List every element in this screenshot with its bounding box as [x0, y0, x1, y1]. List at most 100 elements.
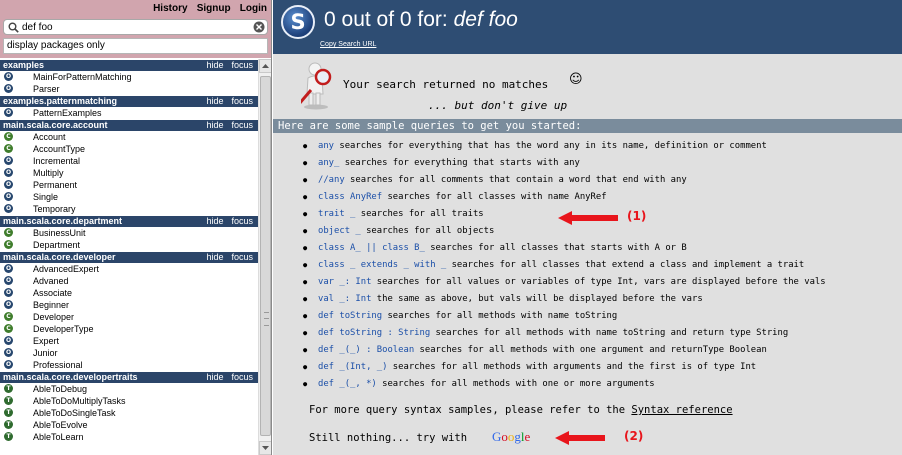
sample-query-code[interactable]: class A_ || class B_: [318, 243, 425, 253]
package-member[interactable]: O Expert: [0, 335, 258, 347]
member-name[interactable]: Temporary: [33, 204, 76, 214]
hide-package-link[interactable]: hide: [206, 216, 223, 226]
focus-package-link[interactable]: focus: [231, 252, 253, 262]
hide-package-link[interactable]: hide: [206, 96, 223, 106]
hide-package-link[interactable]: hide: [206, 372, 223, 382]
package-member[interactable]: T AbleToDebug: [0, 383, 258, 395]
sample-query-code[interactable]: def toString: [318, 311, 382, 321]
package-member[interactable]: O Junior: [0, 347, 258, 359]
member-name[interactable]: Professional: [33, 360, 83, 370]
member-name[interactable]: AdvancedExpert: [33, 264, 99, 274]
member-name[interactable]: AbleToEvolve: [33, 420, 88, 430]
focus-package-link[interactable]: focus: [231, 96, 253, 106]
package-name[interactable]: main.scala.core.department: [3, 216, 122, 226]
sample-query-code[interactable]: var _: Int: [318, 277, 371, 287]
package-member[interactable]: T AbleToDoSingleTask: [0, 407, 258, 419]
member-name[interactable]: AbleToDebug: [33, 384, 87, 394]
package-member[interactable]: O Associate: [0, 287, 258, 299]
sample-query-code[interactable]: object _: [318, 226, 361, 236]
scalex-logo[interactable]: S: [281, 5, 315, 39]
sample-query-code[interactable]: def toString : String: [318, 328, 430, 338]
sample-query-code[interactable]: def _(_) : Boolean: [318, 345, 414, 355]
package-member[interactable]: O Advaned: [0, 275, 258, 287]
package-member[interactable]: O Temporary: [0, 203, 258, 215]
hide-package-link[interactable]: hide: [206, 252, 223, 262]
package-member[interactable]: T AbleToEvolve: [0, 419, 258, 431]
search-input[interactable]: def foo: [3, 19, 268, 35]
package-name[interactable]: examples.patternmatching: [3, 96, 117, 106]
package-member[interactable]: T AbleToDoMultiplyTasks: [0, 395, 258, 407]
display-packages-only-field[interactable]: display packages only: [3, 38, 268, 54]
sample-query-code[interactable]: val _: Int: [318, 294, 371, 304]
sample-query-code[interactable]: any: [318, 141, 334, 151]
package-member[interactable]: C Department: [0, 239, 258, 251]
google-logo[interactable]: Google: [492, 429, 530, 445]
member-name[interactable]: AccountType: [33, 144, 85, 154]
member-name[interactable]: MainForPatternMatching: [33, 72, 132, 82]
member-name[interactable]: Multiply: [33, 168, 64, 178]
package-header[interactable]: examples.patternmatching hide focus: [0, 96, 258, 107]
package-name[interactable]: examples: [3, 60, 44, 70]
package-header[interactable]: examples hide focus: [0, 60, 258, 71]
sample-query-code[interactable]: trait _: [318, 209, 355, 219]
package-name[interactable]: main.scala.core.developertraits: [3, 372, 138, 382]
member-name[interactable]: AbleToDoSingleTask: [33, 408, 116, 418]
package-header[interactable]: main.scala.core.department hide focus: [0, 216, 258, 227]
package-name[interactable]: main.scala.core.account: [3, 120, 108, 130]
sample-query-code[interactable]: any_: [318, 158, 339, 168]
member-name[interactable]: Parser: [33, 84, 60, 94]
focus-package-link[interactable]: focus: [231, 372, 253, 382]
scroll-up-button[interactable]: [259, 59, 271, 73]
member-name[interactable]: BusinessUnit: [33, 228, 86, 238]
member-name[interactable]: Advaned: [33, 276, 69, 286]
package-member[interactable]: O MainForPatternMatching: [0, 71, 258, 83]
package-member[interactable]: C BusinessUnit: [0, 227, 258, 239]
member-name[interactable]: Developer: [33, 312, 74, 322]
package-member[interactable]: O PatternExamples: [0, 107, 258, 119]
sample-query-code[interactable]: def _(Int, _): [318, 362, 387, 372]
package-member[interactable]: C Account: [0, 131, 258, 143]
package-member[interactable]: O Beginner: [0, 299, 258, 311]
hide-package-link[interactable]: hide: [206, 60, 223, 70]
syntax-reference-link[interactable]: Syntax reference: [631, 404, 732, 416]
hide-package-link[interactable]: hide: [206, 120, 223, 130]
member-name[interactable]: Account: [33, 132, 66, 142]
member-name[interactable]: Junior: [33, 348, 58, 358]
member-name[interactable]: DeveloperType: [33, 324, 94, 334]
member-name[interactable]: Single: [33, 192, 58, 202]
sample-query-code[interactable]: class AnyRef: [318, 192, 382, 202]
sample-query-code[interactable]: def _(_, *): [318, 379, 377, 389]
member-name[interactable]: Permanent: [33, 180, 77, 190]
focus-package-link[interactable]: focus: [231, 216, 253, 226]
package-header[interactable]: main.scala.core.developer hide focus: [0, 252, 258, 263]
member-name[interactable]: AbleToLearn: [33, 432, 84, 442]
package-member[interactable]: O Professional: [0, 359, 258, 371]
history-link[interactable]: History: [153, 3, 187, 14]
member-name[interactable]: Beginner: [33, 300, 69, 310]
package-member[interactable]: O Parser: [0, 83, 258, 95]
package-name[interactable]: main.scala.core.developer: [3, 252, 116, 262]
package-member[interactable]: T AbleToLearn: [0, 431, 258, 443]
package-member[interactable]: O Incremental: [0, 155, 258, 167]
package-member[interactable]: C Developer: [0, 311, 258, 323]
tree-scrollbar[interactable]: [258, 59, 271, 455]
member-name[interactable]: PatternExamples: [33, 108, 102, 118]
clear-search-icon[interactable]: [253, 21, 265, 33]
signup-link[interactable]: Signup: [197, 3, 231, 14]
member-name[interactable]: AbleToDoMultiplyTasks: [33, 396, 126, 406]
package-member[interactable]: C AccountType: [0, 143, 258, 155]
member-name[interactable]: Associate: [33, 288, 72, 298]
package-member[interactable]: O AdvancedExpert: [0, 263, 258, 275]
focus-package-link[interactable]: focus: [231, 60, 253, 70]
package-member[interactable]: O Permanent: [0, 179, 258, 191]
package-member[interactable]: O Multiply: [0, 167, 258, 179]
package-member[interactable]: O Single: [0, 191, 258, 203]
member-name[interactable]: Department: [33, 240, 80, 250]
package-header[interactable]: main.scala.core.developertraits hide focus: [0, 372, 258, 383]
login-link[interactable]: Login: [240, 3, 267, 14]
sample-query-code[interactable]: //any: [318, 175, 345, 185]
member-name[interactable]: Incremental: [33, 156, 80, 166]
scroll-thumb[interactable]: [260, 76, 271, 436]
scroll-down-button[interactable]: [259, 441, 271, 455]
package-header[interactable]: main.scala.core.account hide focus: [0, 120, 258, 131]
